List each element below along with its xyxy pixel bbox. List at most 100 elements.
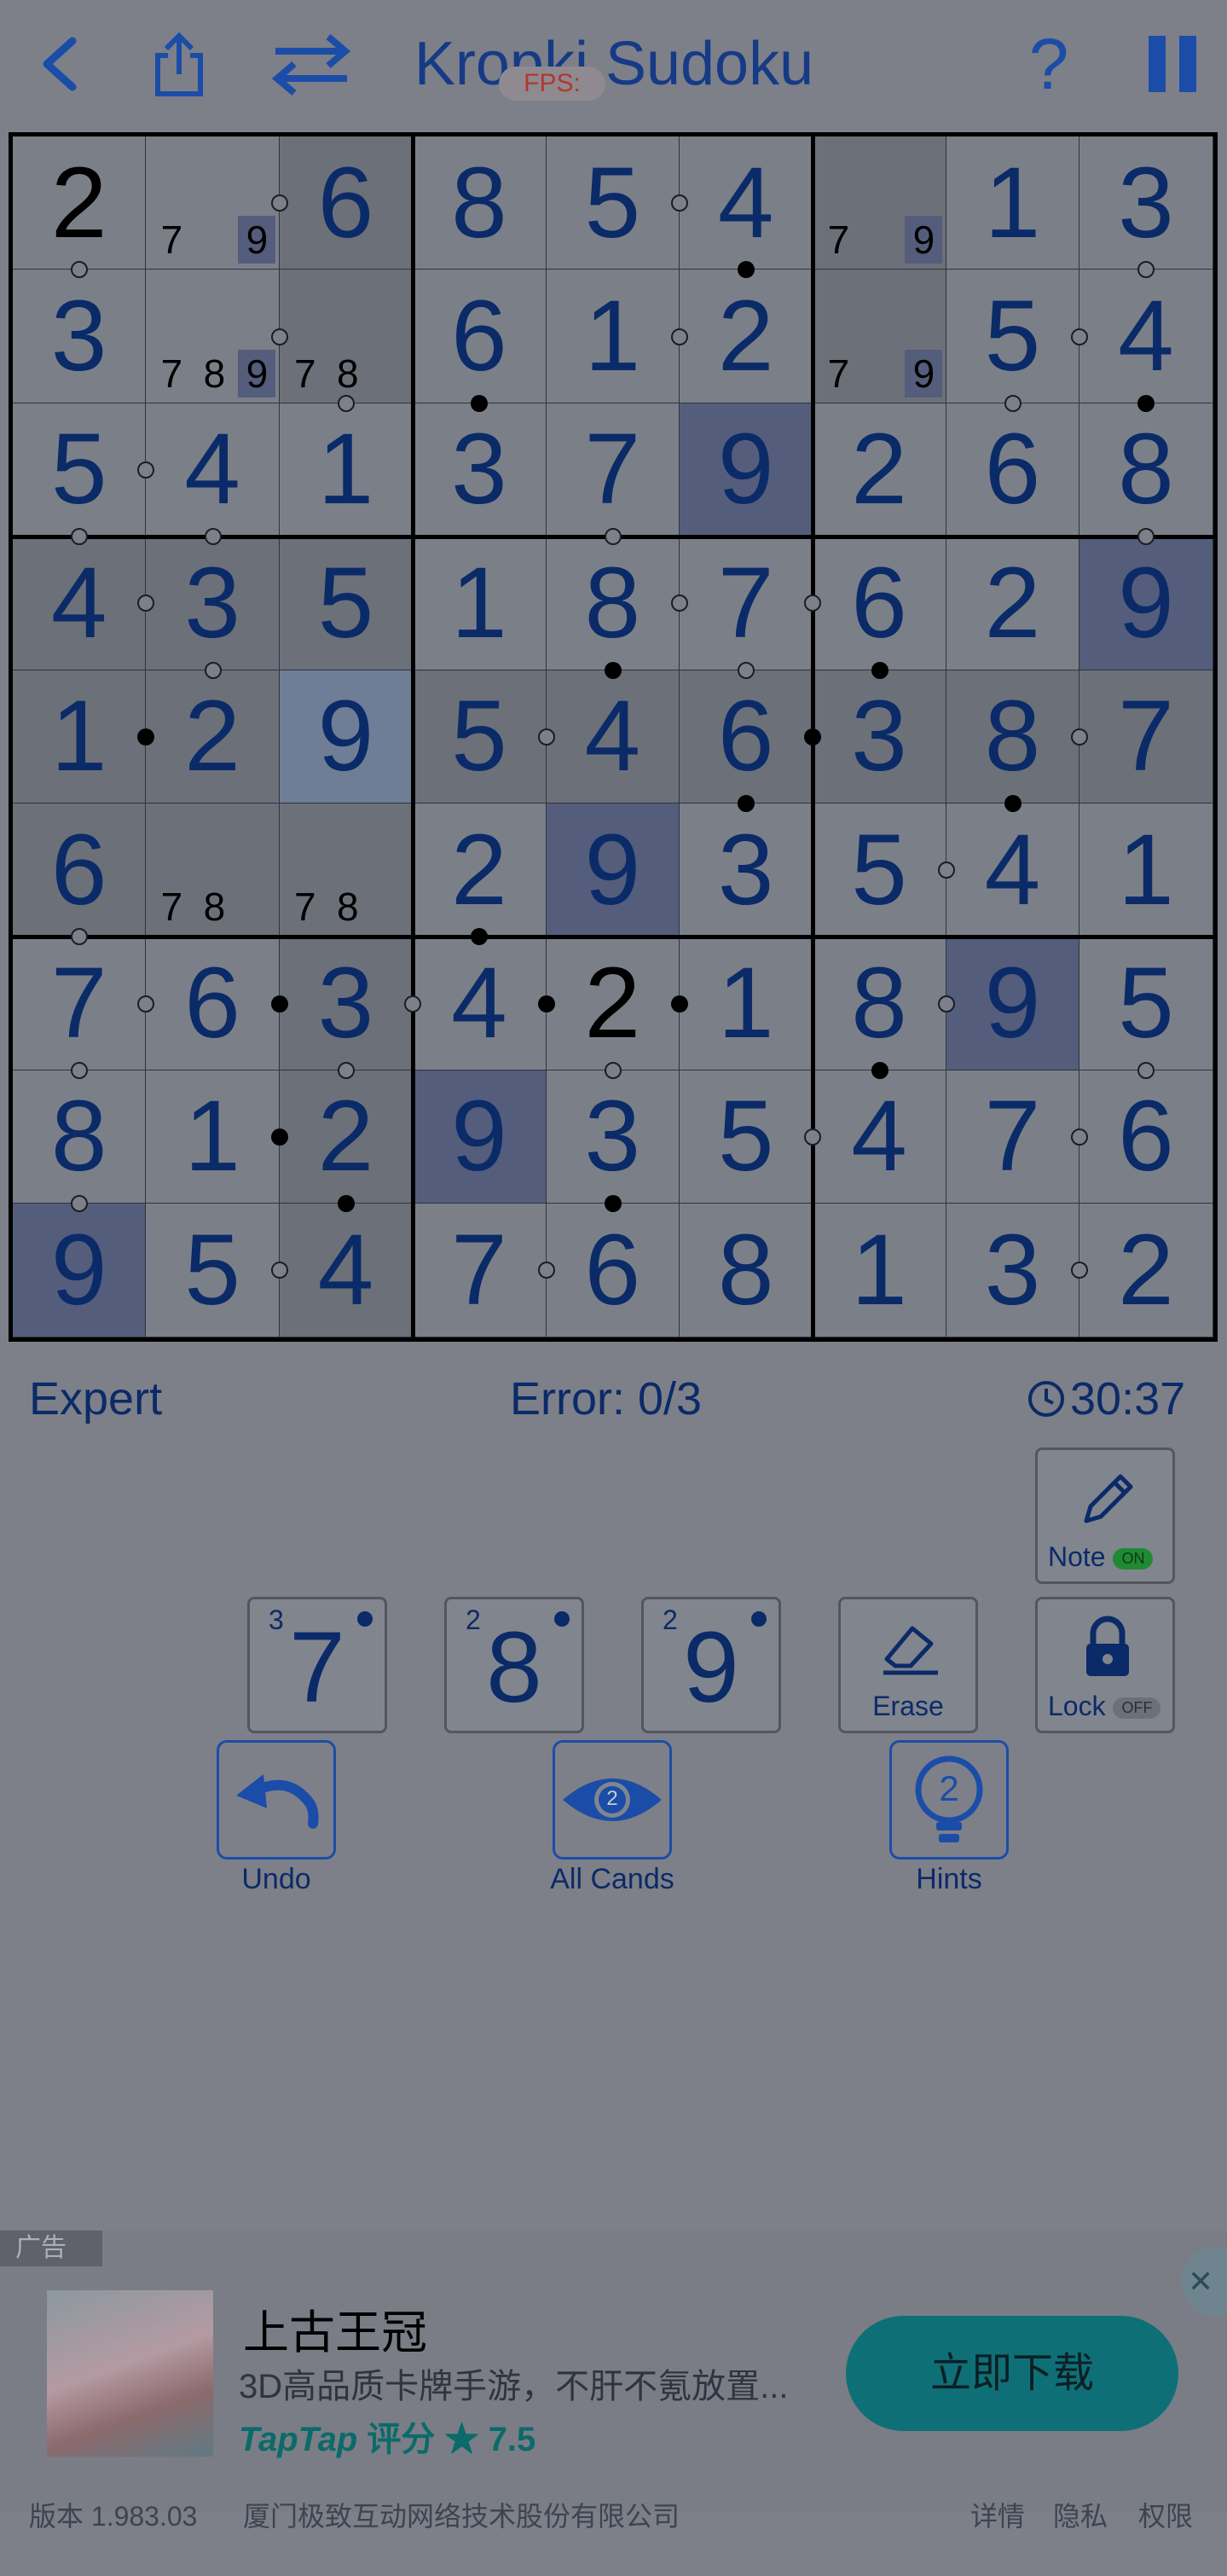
board-cell[interactable]: 1 [146,1070,280,1204]
board-cell[interactable]: 3 [413,403,547,537]
ad-link-permissions[interactable]: 权限 [1138,2499,1193,2533]
board-cell[interactable]: 789 [146,270,280,403]
board-cell[interactable]: 7 [1079,670,1213,804]
board-cell[interactable]: 78 [279,270,414,403]
board-cell[interactable]: 4 [413,937,547,1070]
board-cell[interactable]: 3 [146,537,280,670]
board-cell[interactable]: 7 [680,537,813,670]
board-cell[interactable]: 5 [680,1070,813,1204]
board-cell[interactable]: 78 [279,804,414,937]
board-cell[interactable]: 6 [680,670,813,804]
board-cell[interactable]: 2 [680,270,813,403]
board-cell[interactable]: 1 [279,403,414,537]
board-cell[interactable]: 2 [546,937,680,1070]
board-cell[interactable]: 9 [279,670,414,804]
board-cell[interactable]: 3 [680,804,813,937]
board-cell[interactable]: 5 [146,1204,280,1337]
board-cell[interactable]: 79 [146,136,280,270]
board-cell[interactable]: 4 [813,1070,946,1204]
ad-thumbnail[interactable] [47,2290,213,2457]
board-cell[interactable]: 3 [946,1204,1080,1337]
board-cell[interactable]: 8 [13,1070,147,1204]
digit-button-8[interactable]: 2 8 [444,1597,584,1733]
ad-banner[interactable]: 广告 上古王冠 3D高品质卡牌手游，不肝不氪放置... TapTap 评分 ★ … [0,2231,1227,2512]
help-button[interactable]: ? [1019,24,1079,104]
board-cell[interactable]: 1 [1079,804,1213,937]
board-cell[interactable]: 4 [680,136,813,270]
board-cell[interactable]: 2 [1079,1204,1213,1337]
board-cell[interactable]: 9 [13,1204,147,1337]
ad-title[interactable]: 上古王冠 [243,2295,427,2362]
board-cell[interactable]: 6 [813,537,946,670]
board-cell[interactable]: 1 [813,1204,946,1337]
board-cell[interactable]: 5 [13,403,147,537]
board-cell[interactable]: 8 [680,1204,813,1337]
board-cell[interactable]: 6 [1079,1070,1213,1204]
board-cell[interactable]: 6 [13,804,147,937]
board-cell[interactable]: 4 [946,804,1080,937]
board-cell[interactable]: 1 [413,537,547,670]
digit-button-7[interactable]: 3 7 [247,1597,387,1733]
share-button[interactable] [141,26,217,102]
board-cell[interactable]: 2 [813,403,946,537]
back-button[interactable] [26,26,94,102]
board-cell[interactable]: 2 [13,136,147,270]
note-toggle-button[interactable]: Note ON [1035,1448,1175,1584]
board-cell[interactable]: 6 [413,270,547,403]
board-cell[interactable]: 6 [146,937,280,1070]
board-cell[interactable]: 79 [813,136,946,270]
board-cell[interactable]: 6 [546,1204,680,1337]
undo-button[interactable]: Undo [191,1740,362,1896]
ad-close-button[interactable]: ✕ [1181,2248,1227,2316]
board-cell[interactable]: 5 [546,136,680,270]
board-cell[interactable]: 9 [1079,537,1213,670]
board-cell[interactable]: 8 [413,136,547,270]
board-cell[interactable]: 5 [813,804,946,937]
board-cell[interactable]: 4 [546,670,680,804]
board-cell[interactable]: 4 [146,403,280,537]
board-cell[interactable]: 1 [546,270,680,403]
board-cell[interactable]: 6 [946,403,1080,537]
board-cell[interactable]: 4 [13,537,147,670]
board-cell[interactable]: 8 [1079,403,1213,537]
board-cell[interactable]: 9 [546,804,680,937]
all-candidates-button[interactable]: 2 All Cands [527,1740,697,1896]
board-cell[interactable]: 7 [946,1070,1080,1204]
board-cell[interactable]: 78 [146,804,280,937]
board-cell[interactable]: 5 [946,270,1080,403]
board-cell[interactable]: 8 [946,670,1080,804]
board-cell[interactable]: 2 [413,804,547,937]
board-cell[interactable]: 3 [813,670,946,804]
board-cell[interactable]: 9 [413,1070,547,1204]
board-cell[interactable]: 9 [680,403,813,537]
ad-link-details[interactable]: 详情 [970,2499,1025,2533]
ad-link-privacy[interactable]: 隐私 [1053,2499,1108,2533]
board-cell[interactable]: 79 [813,270,946,403]
board-cell[interactable]: 7 [546,403,680,537]
erase-button[interactable]: Erase [838,1597,978,1733]
board-cell[interactable]: 3 [546,1070,680,1204]
board-cell[interactable]: 5 [413,670,547,804]
board-cell[interactable]: 7 [13,937,147,1070]
hints-button[interactable]: 2 Hints [864,1740,1034,1896]
board-cell[interactable]: 1 [13,670,147,804]
board-cell[interactable]: 5 [279,537,414,670]
board-cell[interactable]: 4 [279,1204,414,1337]
pause-button[interactable] [1138,26,1207,102]
board-cell[interactable]: 3 [13,270,147,403]
board-cell[interactable]: 3 [279,937,414,1070]
board-cell[interactable]: 5 [1079,937,1213,1070]
board-cell[interactable]: 7 [413,1204,547,1337]
board-cell[interactable]: 3 [1079,136,1213,270]
lock-button[interactable]: Lock OFF [1035,1597,1175,1733]
board-cell[interactable]: 1 [680,937,813,1070]
ad-download-button[interactable]: 立即下载 [846,2316,1178,2431]
board-cell[interactable]: 4 [1079,270,1213,403]
board-cell[interactable]: 8 [546,537,680,670]
digit-button-9[interactable]: 2 9 [641,1597,781,1733]
board-cell[interactable]: 2 [946,537,1080,670]
board-cell[interactable]: 6 [279,136,414,270]
swap-button[interactable] [264,26,358,102]
board-cell[interactable]: 2 [146,670,280,804]
board-cell[interactable]: 8 [813,937,946,1070]
